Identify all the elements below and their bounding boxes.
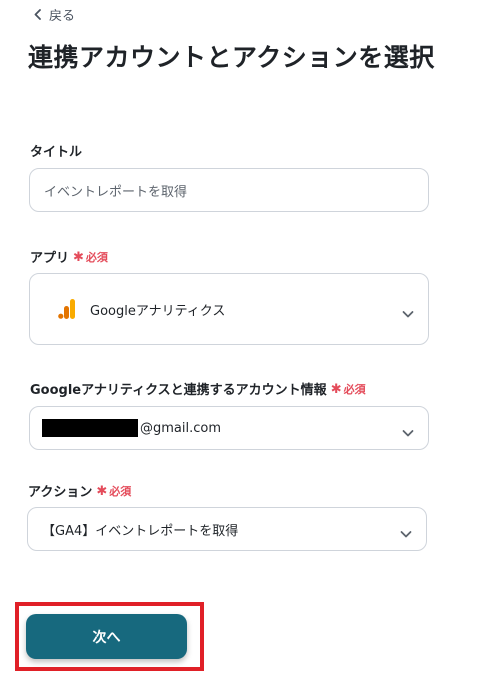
chevron-left-icon bbox=[34, 8, 41, 20]
next-button[interactable]: 次へ bbox=[26, 614, 187, 659]
title-field-label-text: タイトル bbox=[30, 145, 83, 160]
back-link[interactable]: 戻る bbox=[34, 5, 76, 24]
account-field-label: Googleアナリティクスと連携するアカウント情報 ✱ 必須 bbox=[30, 379, 366, 399]
back-label: 戻る bbox=[49, 8, 76, 24]
redacted-email-block bbox=[42, 419, 138, 437]
account-field-label-text: Googleアナリティクスと連携するアカウント情報 bbox=[30, 383, 327, 398]
account-email-suffix: @gmail.com bbox=[140, 420, 222, 436]
chevron-down-icon bbox=[402, 304, 414, 318]
google-analytics-icon bbox=[30, 299, 90, 319]
app-select[interactable]: Googleアナリティクス bbox=[29, 273, 429, 345]
app-field-label: アプリ ✱ 必須 bbox=[30, 247, 108, 267]
action-field-label: アクション ✱ 必須 bbox=[28, 481, 132, 501]
required-text: 必須 bbox=[85, 250, 108, 264]
app-field-label-text: アプリ bbox=[30, 251, 70, 266]
required-text: 必須 bbox=[109, 484, 132, 498]
required-badge: ✱ 必須 bbox=[96, 483, 132, 499]
chevron-down-icon bbox=[402, 423, 414, 437]
account-select[interactable]: @gmail.com bbox=[29, 406, 429, 450]
page-title: 連携アカウントとアクションを選択 bbox=[28, 43, 435, 72]
title-input-value: イベントレポートを取得 bbox=[44, 184, 188, 200]
chevron-down-icon bbox=[400, 524, 412, 538]
action-select[interactable]: 【GA4】イベントレポートを取得 bbox=[27, 507, 427, 551]
required-badge: ✱ 必須 bbox=[330, 381, 366, 397]
required-badge: ✱ 必須 bbox=[73, 249, 108, 265]
title-field-label: タイトル bbox=[30, 141, 82, 160]
title-input[interactable]: イベントレポートを取得 bbox=[29, 168, 429, 212]
action-field-label-text: アクション bbox=[28, 485, 93, 500]
action-select-value: 【GA4】イベントレポートを取得 bbox=[42, 523, 239, 539]
app-select-value: Googleアナリティクス bbox=[90, 303, 226, 319]
required-text: 必須 bbox=[343, 382, 366, 396]
